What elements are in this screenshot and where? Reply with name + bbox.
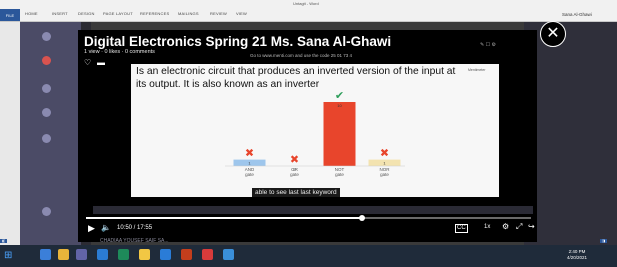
- fullscreen-icon[interactable]: ⤢: [516, 222, 522, 232]
- chart-category-label: gate: [245, 172, 254, 177]
- teams-icon[interactable]: [76, 249, 87, 260]
- tab-review[interactable]: REVIEW: [210, 11, 227, 16]
- tab-view[interactable]: VIEW: [236, 11, 247, 16]
- word-ribbon-tabs: HOME INSERT DESIGN PAGE LAYOUT REFERENCE…: [0, 9, 617, 22]
- clock-date: 4/20/2021: [567, 255, 588, 260]
- video-meta: 1 view · 0 likes · 0 comments: [84, 49, 155, 55]
- live-caption: able to see last last keyword: [252, 188, 340, 197]
- rail-item-chat[interactable]: [31, 84, 61, 94]
- tab-file[interactable]: FILE: [0, 9, 20, 21]
- chart-category-label: gate: [290, 172, 299, 177]
- check-icon: ✔: [335, 90, 344, 102]
- background-participant-name: CHADIAA YOUSEF SAIF SA...: [100, 238, 169, 244]
- word-status-bar-right: ◨: [600, 239, 608, 243]
- rail-item-teams[interactable]: [31, 32, 61, 42]
- word-user-name[interactable]: Sana Al-Ghawi: [562, 12, 592, 17]
- windows-taskbar: [0, 245, 617, 267]
- edge-icon[interactable]: [160, 249, 171, 260]
- word-titlebar: Untagit - Word: [0, 0, 617, 9]
- powerpoint-icon[interactable]: [181, 249, 192, 260]
- outlook-icon[interactable]: [223, 249, 234, 260]
- tab-references[interactable]: REFERENCES: [140, 11, 169, 16]
- excel-icon[interactable]: [118, 249, 129, 260]
- play-icon[interactable]: ▶: [88, 223, 95, 234]
- time-display: 10:50 / 17:55: [117, 225, 153, 231]
- rail-item-assignments[interactable]: [31, 108, 61, 118]
- shared-screen-taskbar: [93, 206, 533, 214]
- windows-start-icon[interactable]: ⊞: [4, 250, 12, 261]
- volume-icon[interactable]: 🔈: [101, 223, 111, 232]
- taskbar-clock[interactable]: 2:40 PM 4/20/2021: [567, 249, 587, 261]
- poll-bar-chart: 1✖ANDgate0✖ORgate10✔NOTgate1✖NORgate: [225, 90, 405, 177]
- slide-header-instruction: Go to www.menti.com and use the code 25 …: [250, 53, 353, 58]
- seek-handle[interactable]: [358, 215, 365, 221]
- cross-icon: ✖: [290, 153, 299, 166]
- share-icon[interactable]: ↪: [528, 222, 535, 231]
- cross-icon: ✖: [380, 147, 389, 160]
- close-button[interactable]: ✕: [540, 21, 566, 47]
- rail-item-calendar[interactable]: [31, 134, 61, 144]
- pdf-icon[interactable]: [202, 249, 213, 260]
- task-view-icon[interactable]: [40, 249, 51, 260]
- word-icon[interactable]: [97, 249, 108, 260]
- chart-value-label: 10: [337, 103, 342, 108]
- tab-insert[interactable]: INSERT: [52, 11, 68, 16]
- word-status-bar-left: ◧: [0, 239, 8, 243]
- tab-page-layout[interactable]: PAGE LAYOUT: [103, 11, 133, 16]
- cross-icon: ✖: [245, 147, 254, 160]
- chrome-icon[interactable]: [58, 249, 69, 260]
- tab-mailings[interactable]: MAILINGS: [178, 11, 199, 16]
- player-top-icons: ✎ ☐ ⚙: [480, 42, 496, 48]
- word-clipboard-group: [0, 22, 20, 245]
- video-title: Digital Electronics Spring 21 Ms. Sana A…: [84, 34, 392, 49]
- playback-speed-button[interactable]: 1x: [484, 224, 490, 230]
- bookmark-icon[interactable]: ▬: [97, 58, 105, 67]
- word-doc-title: Untagit - Word: [293, 1, 319, 6]
- background-right-pane: [524, 22, 617, 245]
- heart-icon[interactable]: ♡: [84, 58, 91, 67]
- captions-icon[interactable]: CC: [455, 224, 468, 233]
- chart-category-label: gate: [335, 172, 344, 177]
- tab-design[interactable]: DESIGN: [78, 11, 95, 16]
- rail-item-activity[interactable]: [31, 56, 61, 66]
- chart-bar: [323, 102, 356, 166]
- seek-bar-played: [86, 217, 362, 219]
- chart-category-label: gate: [380, 172, 389, 177]
- tab-home[interactable]: HOME: [25, 11, 38, 16]
- slide-body-text: Is an electronic circuit that produces a…: [136, 66, 456, 90]
- gear-icon[interactable]: ⚙: [502, 222, 509, 231]
- rail-item-apps[interactable]: [31, 207, 61, 217]
- file-explorer-icon[interactable]: [139, 249, 150, 260]
- mentimeter-logo: Mentimeter: [468, 68, 486, 72]
